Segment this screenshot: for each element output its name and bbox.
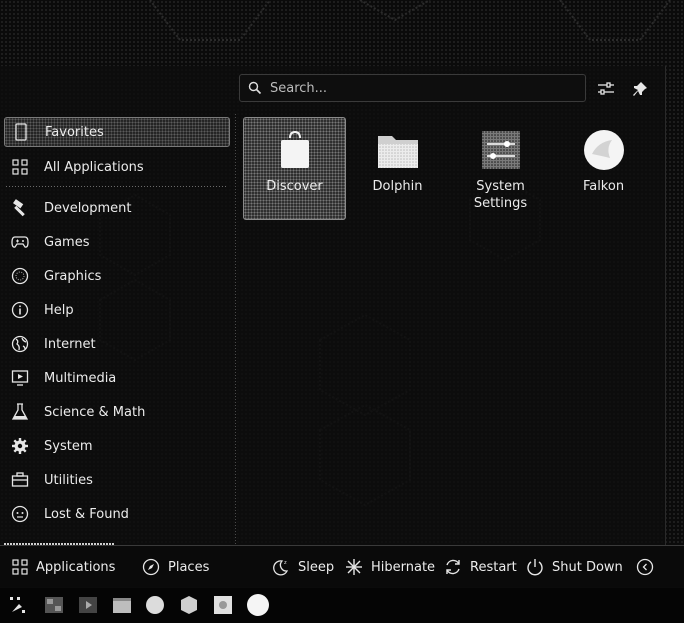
app-label: System Settings	[473, 179, 528, 211]
sidebar-item-label: System	[44, 438, 93, 454]
launcher-footer: Applications Places z Sleep Hibernate Re…	[0, 545, 684, 587]
shopping-bag-icon	[280, 130, 309, 168]
sidebar-item-utilities[interactable]: Utilities	[0, 463, 234, 497]
sidebar-item-label: Utilities	[44, 472, 93, 488]
hibernate-button[interactable]: Hibernate	[345, 556, 435, 578]
toolbox-icon	[10, 470, 30, 490]
grid-icon	[10, 157, 30, 177]
sidebar-item-label: All Applications	[44, 159, 144, 175]
tab-label: Places	[168, 559, 210, 575]
compass-icon	[142, 558, 160, 576]
sidebar-item-label: Development	[44, 200, 132, 216]
activity-icon[interactable]	[78, 595, 98, 615]
sidebar-item-system[interactable]: System	[0, 429, 234, 463]
sidebar-item-label: Science & Math	[44, 404, 146, 420]
search-input[interactable]	[270, 80, 585, 96]
sidebar-item-lost-found[interactable]: Lost & Found	[0, 497, 234, 531]
sidebar-item-graphics[interactable]: Graphics	[0, 259, 234, 293]
hibernate-label: Hibernate	[371, 559, 436, 575]
face-icon	[10, 504, 30, 524]
category-list: Favorites All Applications Development G…	[0, 114, 234, 531]
app-dolphin[interactable]: Dolphin	[346, 117, 449, 220]
task-hex-icon[interactable]	[179, 595, 199, 615]
panel-separator	[235, 114, 236, 544]
task-window-icon[interactable]	[112, 595, 132, 615]
gamepad-icon	[10, 232, 30, 252]
sleep-button[interactable]: z Sleep	[272, 556, 334, 578]
taskbar	[0, 588, 684, 623]
grid-icon	[12, 559, 28, 575]
sidebar-item-games[interactable]: Games	[0, 225, 234, 259]
tab-applications[interactable]: Applications	[12, 556, 115, 578]
hammer-icon	[10, 198, 30, 218]
favorites-grid: Discover Dolphin System Settings Falkon	[243, 117, 655, 220]
bookmark-icon	[11, 122, 31, 142]
moon-icon: z	[273, 560, 289, 576]
search-icon	[248, 81, 262, 95]
pin-icon	[633, 82, 647, 96]
more-actions-button[interactable]	[636, 556, 662, 578]
task-square-icon[interactable]	[213, 595, 233, 615]
chevron-left-icon	[636, 558, 654, 576]
pin-button[interactable]	[629, 78, 651, 100]
svg-text:z: z	[284, 560, 287, 566]
task-falkon-icon[interactable]	[246, 593, 270, 617]
folder-icon	[377, 136, 418, 168]
sidebar-item-help[interactable]: Help	[0, 293, 234, 327]
shutdown-label: Shut Down	[552, 559, 623, 575]
sliders-icon	[598, 82, 614, 95]
sidebar-item-label: Lost & Found	[44, 506, 129, 522]
app-discover[interactable]: Discover	[243, 117, 346, 220]
sidebar-item-label: Games	[44, 234, 90, 250]
configure-button[interactable]	[595, 78, 617, 100]
sidebar-item-science-math[interactable]: Science & Math	[0, 395, 234, 429]
sleep-label: Sleep	[298, 559, 335, 575]
category-divider	[6, 186, 228, 187]
app-system-settings[interactable]: System Settings	[449, 117, 552, 220]
power-icon	[527, 559, 543, 576]
flask-icon	[10, 402, 30, 422]
sidebar-item-all-applications[interactable]: All Applications	[0, 150, 234, 184]
globe-icon	[10, 334, 30, 354]
sidebar-item-label: Favorites	[45, 124, 104, 140]
sidebar-item-label: Help	[44, 302, 74, 318]
sidebar-item-label: Graphics	[44, 268, 102, 284]
sidebar-item-label: Internet	[44, 336, 96, 352]
palette-icon	[10, 266, 30, 286]
restart-label: Restart	[470, 559, 517, 575]
sidebar-item-internet[interactable]: Internet	[0, 327, 234, 361]
search-field[interactable]	[239, 74, 586, 102]
pager-icon[interactable]	[44, 595, 64, 615]
sidebar-item-favorites[interactable]: Favorites	[4, 117, 230, 147]
restart-button[interactable]: Restart	[444, 556, 517, 578]
falkon-icon	[583, 130, 624, 170]
task-circle-icon[interactable]	[145, 595, 165, 615]
app-label: Falkon	[582, 179, 625, 194]
gear-icon	[10, 436, 30, 456]
application-launcher: Favorites All Applications Development G…	[0, 66, 666, 545]
sidebar-item-label: Multimedia	[44, 370, 117, 386]
tab-places[interactable]: Places	[142, 556, 209, 578]
app-label: Discover	[266, 179, 323, 194]
app-label: Dolphin	[372, 179, 423, 194]
snowflake-icon	[346, 559, 362, 575]
app-falkon[interactable]: Falkon	[552, 117, 655, 220]
tab-label: Applications	[36, 559, 116, 575]
sidebar-item-development[interactable]: Development	[0, 191, 234, 225]
settings-panel-icon	[481, 131, 520, 169]
restart-icon	[446, 559, 460, 575]
shutdown-button[interactable]: Shut Down	[526, 556, 623, 578]
info-icon	[10, 300, 30, 320]
monitor-play-icon	[10, 368, 30, 388]
sidebar-item-multimedia[interactable]: Multimedia	[0, 361, 234, 395]
kde-launcher-icon[interactable]	[8, 595, 28, 615]
